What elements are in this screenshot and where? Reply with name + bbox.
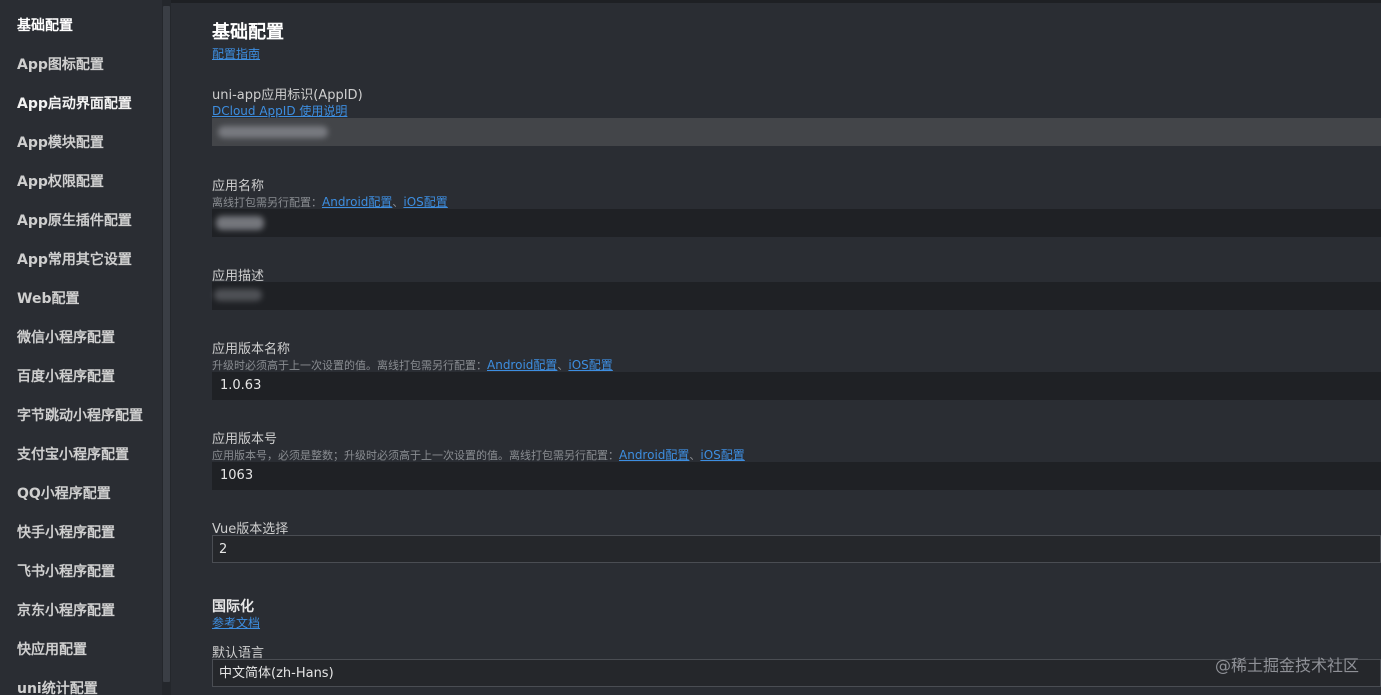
version-name-label: 应用版本名称 [212,342,291,357]
version-name-input[interactable]: 1.0.63 [212,372,1381,400]
version-name-ios-link[interactable]: iOS配置 [568,358,612,372]
sidebar-item-app-other-settings[interactable]: App常用其它设置 [0,241,162,280]
version-code-ios-link[interactable]: iOS配置 [700,448,744,462]
app-name-redacted-value [216,216,264,230]
appid-redacted-value [218,126,328,138]
sidebar-item-uni-stat[interactable]: uni统计配置 [0,670,162,695]
sidebar-item-app-splash[interactable]: App启动界面配置 [0,85,162,124]
sidebar-scrollbar-thumb[interactable] [163,6,170,682]
sidebar-item-alipay-mp[interactable]: 支付宝小程序配置 [0,436,162,475]
watermark: @稀土掘金技术社区 [1214,656,1359,675]
sidebar-item-app-modules[interactable]: App模块配置 [0,124,162,163]
vue-version-select[interactable]: 2 [212,535,1381,563]
app-name-label: 应用名称 [212,179,265,194]
app-name-ios-link[interactable]: iOS配置 [403,195,447,209]
version-code-label: 应用版本号 [212,432,278,447]
sidebar-item-toutiao-mp[interactable]: 字节跳动小程序配置 [0,397,162,436]
appid-help-link[interactable]: DCloud AppID 使用说明 [212,102,347,119]
sidebar-item-baidu-mp[interactable]: 百度小程序配置 [0,358,162,397]
sidebar-item-lark-mp[interactable]: 飞书小程序配置 [0,553,162,592]
version-code-input[interactable]: 1063 [212,462,1381,490]
sidebar-item-qq-mp[interactable]: QQ小程序配置 [0,475,162,514]
sidebar-item-basic[interactable]: 基础配置 [0,7,162,46]
config-guide-link[interactable]: 配置指南 [212,45,260,62]
i18n-docs-link[interactable]: 参考文档 [212,614,260,631]
app-name-desc: 离线打包需另行配置：Android配置、iOS配置 [212,195,448,209]
sidebar-item-app-icon[interactable]: App图标配置 [0,46,162,85]
sidebar-item-app-permissions[interactable]: App权限配置 [0,163,162,202]
version-name-android-link[interactable]: Android配置 [487,358,557,372]
sidebar-item-weixin-mp[interactable]: 微信小程序配置 [0,319,162,358]
version-code-desc: 应用版本号，必须是整数；升级时必须高于上一次设置的值。离线打包需另行配置：And… [212,448,745,462]
settings-panel: 基础配置 配置指南 uni-app应用标识(AppID) DCloud AppI… [212,0,1381,695]
sidebar-item-kuaishou-mp[interactable]: 快手小程序配置 [0,514,162,553]
appid-label: uni-app应用标识(AppID) [212,88,363,103]
app-desc-input[interactable] [212,282,1381,310]
sidebar-item-quickapp[interactable]: 快应用配置 [0,631,162,670]
sidebar-item-web[interactable]: Web配置 [0,280,162,319]
appid-input[interactable] [212,118,1381,146]
sidebar: 基础配置 App图标配置 App启动界面配置 App模块配置 App权限配置 A… [0,0,162,695]
page-title: 基础配置 [212,22,284,43]
version-code-android-link[interactable]: Android配置 [619,448,689,462]
app-name-android-link[interactable]: Android配置 [322,195,392,209]
sidebar-item-jd-mp[interactable]: 京东小程序配置 [0,592,162,631]
default-lang-select[interactable]: 中文简体(zh-Hans) [212,659,1381,687]
i18n-section-title: 国际化 [212,599,254,615]
app-desc-redacted-value [214,289,262,301]
app-name-input[interactable] [212,209,1381,237]
version-name-desc: 升级时必须高于上一次设置的值。离线打包需另行配置：Android配置、iOS配置 [212,358,613,372]
sidebar-item-app-native-plugins[interactable]: App原生插件配置 [0,202,162,241]
